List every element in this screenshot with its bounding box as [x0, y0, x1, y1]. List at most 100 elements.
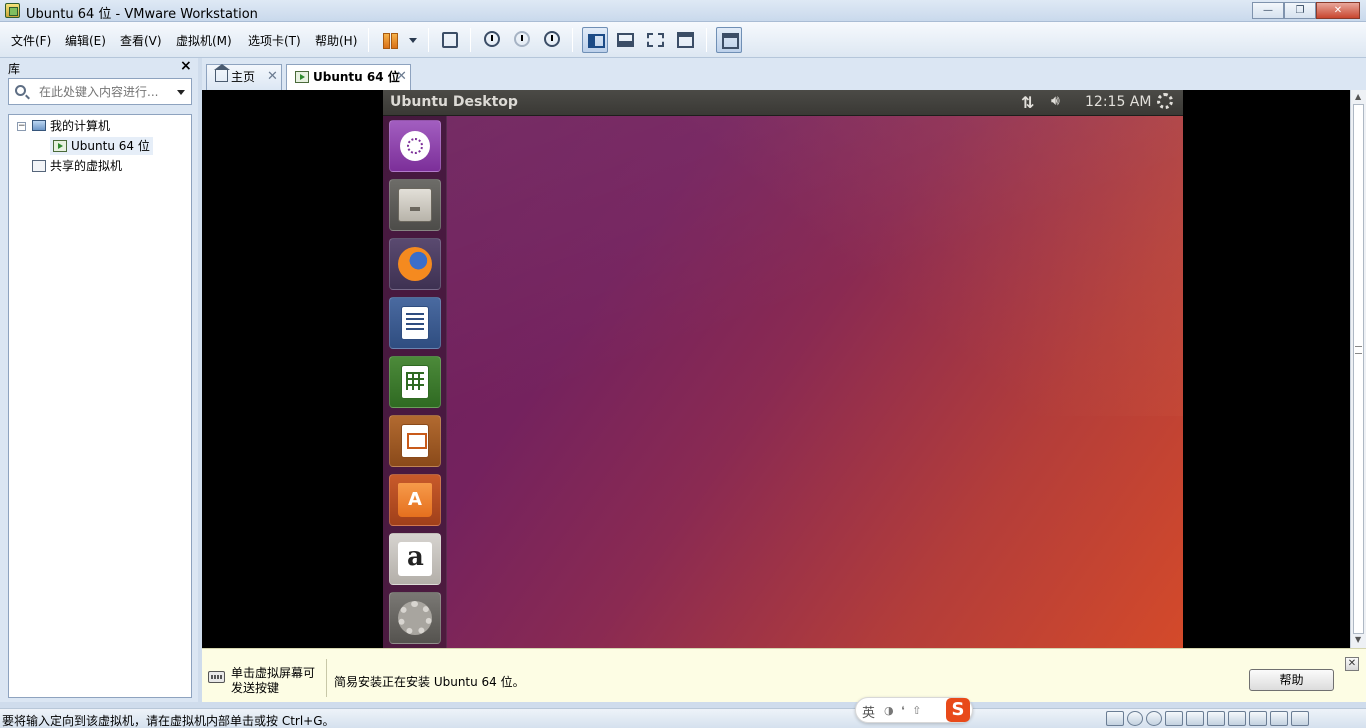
send-ctrl-alt-del-button[interactable]: [437, 27, 463, 53]
maximize-button[interactable]: ❐: [1284, 2, 1316, 19]
guest-window-title: Ubuntu Desktop: [390, 94, 518, 110]
tab-home[interactable]: 主页 ✕: [206, 64, 282, 90]
snapshot-manager-icon: [544, 31, 560, 47]
icon-inner: [398, 247, 432, 281]
usb-icon[interactable]: [1270, 711, 1288, 726]
power-dropdown-button[interactable]: [400, 27, 420, 53]
unity-button[interactable]: [672, 27, 698, 53]
volume-icon[interactable]: 🔊︎: [1051, 93, 1060, 109]
library-title: 库: [8, 62, 21, 76]
thumbnail-bar-button[interactable]: [612, 27, 638, 53]
tree-item-ubuntu-vm[interactable]: Ubuntu 64 位: [50, 137, 153, 155]
software-center-icon[interactable]: [389, 474, 441, 526]
ime-options-icon[interactable]: ◑ ❛ ⇧: [884, 704, 923, 717]
menu-vm[interactable]: 虚拟机(M): [176, 32, 232, 49]
computer-icon: [32, 120, 46, 131]
revert-snapshot-button[interactable]: [509, 27, 535, 53]
libreoffice-calc-icon[interactable]: [389, 356, 441, 408]
hint-divider: [326, 659, 327, 697]
toolbar-separator: [428, 28, 429, 52]
snapshot-revert-icon: [514, 31, 530, 47]
printer-icon[interactable]: [1207, 711, 1225, 726]
device-tray: [1106, 711, 1309, 726]
menu-view[interactable]: 查看(V): [120, 32, 162, 49]
sogou-ime-icon[interactable]: S: [946, 698, 970, 722]
menu-file[interactable]: 文件(F): [11, 32, 51, 49]
scrollbar-thumb[interactable]: [1353, 104, 1364, 634]
guest-desktop[interactable]: Ubuntu Desktop 🔊︎ 12:15 AM: [383, 90, 1183, 648]
library-search[interactable]: [8, 78, 192, 105]
show-library-button[interactable]: [582, 27, 608, 53]
system-settings-icon[interactable]: [389, 592, 441, 644]
vmware-app-icon: [5, 3, 20, 18]
toolbar-separator: [470, 28, 471, 52]
floppy-icon[interactable]: [1165, 711, 1183, 726]
status-bar: 要将输入定向到该虚拟机，请在虚拟机内部单击或按 Ctrl+G。: [0, 708, 1366, 728]
tab-label: 主页: [231, 70, 256, 84]
network-adapter-icon[interactable]: [1186, 711, 1204, 726]
tree-expander-icon[interactable]: −: [17, 122, 26, 131]
console-vertical-scrollbar[interactable]: ▲ ▼: [1350, 90, 1366, 648]
icon-inner: [400, 131, 430, 161]
menu-toolbar: 文件(F) 编辑(E) 查看(V) 虚拟机(M) 选项卡(T) 帮助(H): [0, 22, 1366, 58]
close-icon[interactable]: ✕: [267, 65, 278, 89]
scroll-up-icon[interactable]: ▲: [1355, 92, 1361, 101]
guest-clock[interactable]: 12:15 AM: [1085, 94, 1151, 110]
console-view-icon: [722, 33, 739, 49]
unity-launcher: [383, 116, 447, 648]
cd-dvd-icon[interactable]: [1127, 711, 1143, 726]
snapshot-add-icon: [484, 31, 500, 47]
library-close-icon[interactable]: ×: [180, 58, 192, 74]
close-icon[interactable]: ✕: [1345, 657, 1359, 671]
ime-language[interactable]: 英: [862, 702, 875, 721]
unity-icon: [677, 32, 694, 48]
files-icon[interactable]: [389, 179, 441, 231]
thumbnail-bar-icon: [617, 33, 634, 47]
ime-toolbar[interactable]: 英 ◑ ❛ ⇧ S: [855, 697, 973, 723]
snapshot-manager-button[interactable]: [539, 27, 565, 53]
libreoffice-writer-icon[interactable]: [389, 297, 441, 349]
scroll-down-icon[interactable]: ▼: [1355, 635, 1361, 644]
library-panel-icon: [588, 34, 605, 48]
sound-card-icon[interactable]: [1228, 711, 1246, 726]
ubuntu-dash-icon[interactable]: [389, 120, 441, 172]
tree-item-my-computer[interactable]: 我的计算机: [32, 117, 110, 135]
menu-tabs[interactable]: 选项卡(T): [248, 32, 301, 49]
close-button[interactable]: ✕: [1316, 2, 1360, 19]
take-snapshot-button[interactable]: [479, 27, 505, 53]
close-icon[interactable]: ✕: [396, 65, 407, 89]
window-title: Ubuntu 64 位 - VMware Workstation: [26, 7, 258, 22]
install-status-message: 简易安装正在安装 Ubuntu 64 位。: [334, 675, 525, 689]
session-gear-icon[interactable]: [1157, 93, 1173, 109]
status-text: 要将输入定向到该虚拟机，请在虚拟机内部单击或按 Ctrl+G。: [2, 714, 335, 728]
library-search-input[interactable]: [39, 83, 169, 100]
help-button[interactable]: 帮助: [1249, 669, 1334, 691]
hard-disk-icon[interactable]: [1106, 711, 1124, 726]
full-screen-button[interactable]: [642, 27, 668, 53]
tree-item-shared-vms[interactable]: 共享的虚拟机: [32, 157, 122, 175]
chevron-down-icon[interactable]: [177, 90, 185, 95]
tree-item-label: 我的计算机: [50, 119, 111, 133]
toolbar-separator: [706, 28, 707, 52]
cd-dvd-2-icon[interactable]: [1146, 711, 1162, 726]
console-view-button[interactable]: [716, 27, 742, 53]
wallpaper-facet: [683, 116, 1183, 416]
tab-label: Ubuntu 64 位: [313, 70, 400, 84]
network-icon[interactable]: [1021, 93, 1037, 109]
firefox-icon[interactable]: [389, 238, 441, 290]
menu-help[interactable]: 帮助(H): [315, 32, 357, 49]
message-icon[interactable]: [1291, 711, 1309, 726]
click-to-send-keys-hint: 单击虚拟屏幕可发送按键: [231, 666, 316, 695]
tree-item-label: 共享的虚拟机: [50, 159, 123, 173]
amazon-icon[interactable]: [389, 533, 441, 585]
library-tree: − 我的计算机 Ubuntu 64 位 共享的虚拟机: [8, 114, 192, 698]
send-keys-icon: [442, 32, 458, 48]
tab-ubuntu-vm[interactable]: Ubuntu 64 位 ✕: [286, 64, 411, 91]
libreoffice-impress-icon[interactable]: [389, 415, 441, 467]
shared-vms-icon: [32, 159, 46, 172]
minimize-button[interactable]: —: [1252, 2, 1284, 19]
menu-edit[interactable]: 编辑(E): [65, 32, 106, 49]
window-controls: — ❐ ✕: [1252, 2, 1360, 19]
display-icon[interactable]: [1249, 711, 1267, 726]
icon-inner: [398, 542, 432, 576]
